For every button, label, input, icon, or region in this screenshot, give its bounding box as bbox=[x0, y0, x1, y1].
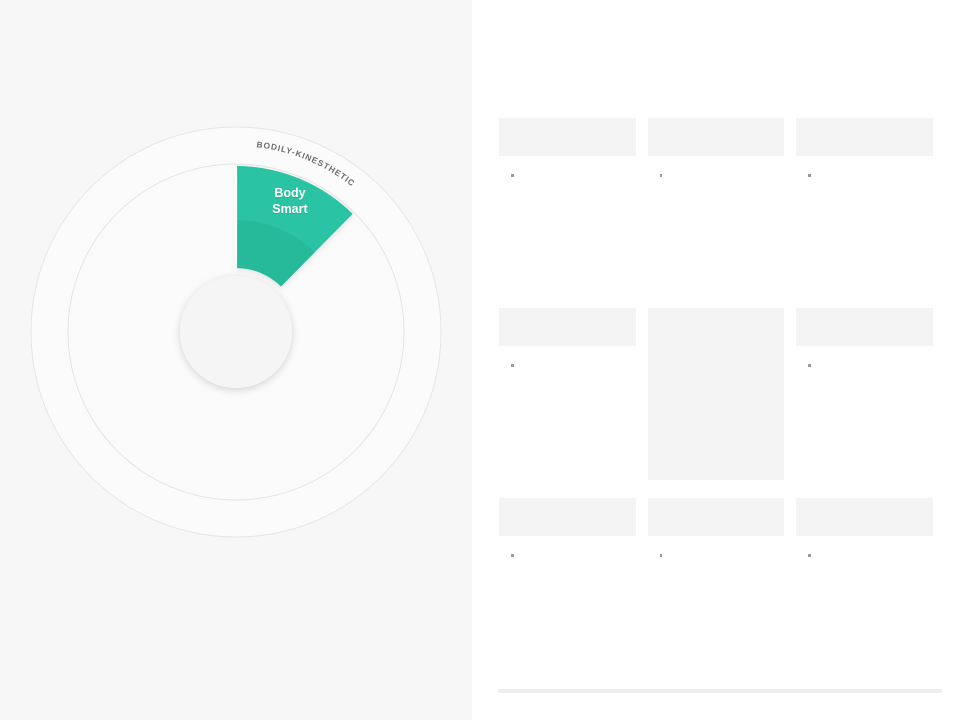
card-body bbox=[648, 536, 785, 557]
card-header bbox=[499, 118, 636, 156]
card-header bbox=[647, 118, 785, 156]
card-header bbox=[796, 498, 933, 536]
wheel-panel: BODILY-KINESTHETIC Body Smart bbox=[0, 0, 472, 720]
card-header bbox=[499, 308, 636, 346]
card-logical-mathematical[interactable] bbox=[647, 118, 785, 290]
card-header bbox=[647, 498, 785, 536]
card-body bbox=[796, 536, 933, 557]
choice-board-panel bbox=[472, 0, 960, 720]
card-interpersonal[interactable] bbox=[499, 308, 636, 480]
card-intrapersonal[interactable] bbox=[796, 498, 933, 670]
card-body bbox=[648, 156, 785, 177]
card-body bbox=[796, 156, 933, 177]
multiple-intelligences-wheel: BODILY-KINESTHETIC Body Smart bbox=[16, 112, 456, 552]
card-body bbox=[499, 536, 636, 557]
card-header bbox=[499, 498, 636, 536]
bottom-rule bbox=[498, 689, 942, 693]
card-verbal-linguistic[interactable] bbox=[499, 118, 636, 290]
card-visual-spatial[interactable] bbox=[796, 118, 933, 290]
card-header bbox=[796, 118, 933, 156]
card-body bbox=[796, 346, 933, 367]
card-free-choice[interactable] bbox=[647, 308, 785, 480]
slide-root: BODILY-KINESTHETIC Body Smart bbox=[0, 0, 960, 720]
card-body bbox=[499, 156, 636, 177]
wheel-center-hub bbox=[180, 276, 292, 388]
card-body bbox=[499, 346, 636, 367]
card-musical-rhythmic[interactable] bbox=[499, 498, 636, 670]
choice-board-grid bbox=[499, 118, 933, 670]
wheel-graphic: BODILY-KINESTHETIC bbox=[30, 126, 442, 538]
card-header bbox=[796, 308, 933, 346]
card-naturalist[interactable] bbox=[647, 498, 785, 670]
card-body-kinesthetic[interactable] bbox=[796, 308, 933, 480]
